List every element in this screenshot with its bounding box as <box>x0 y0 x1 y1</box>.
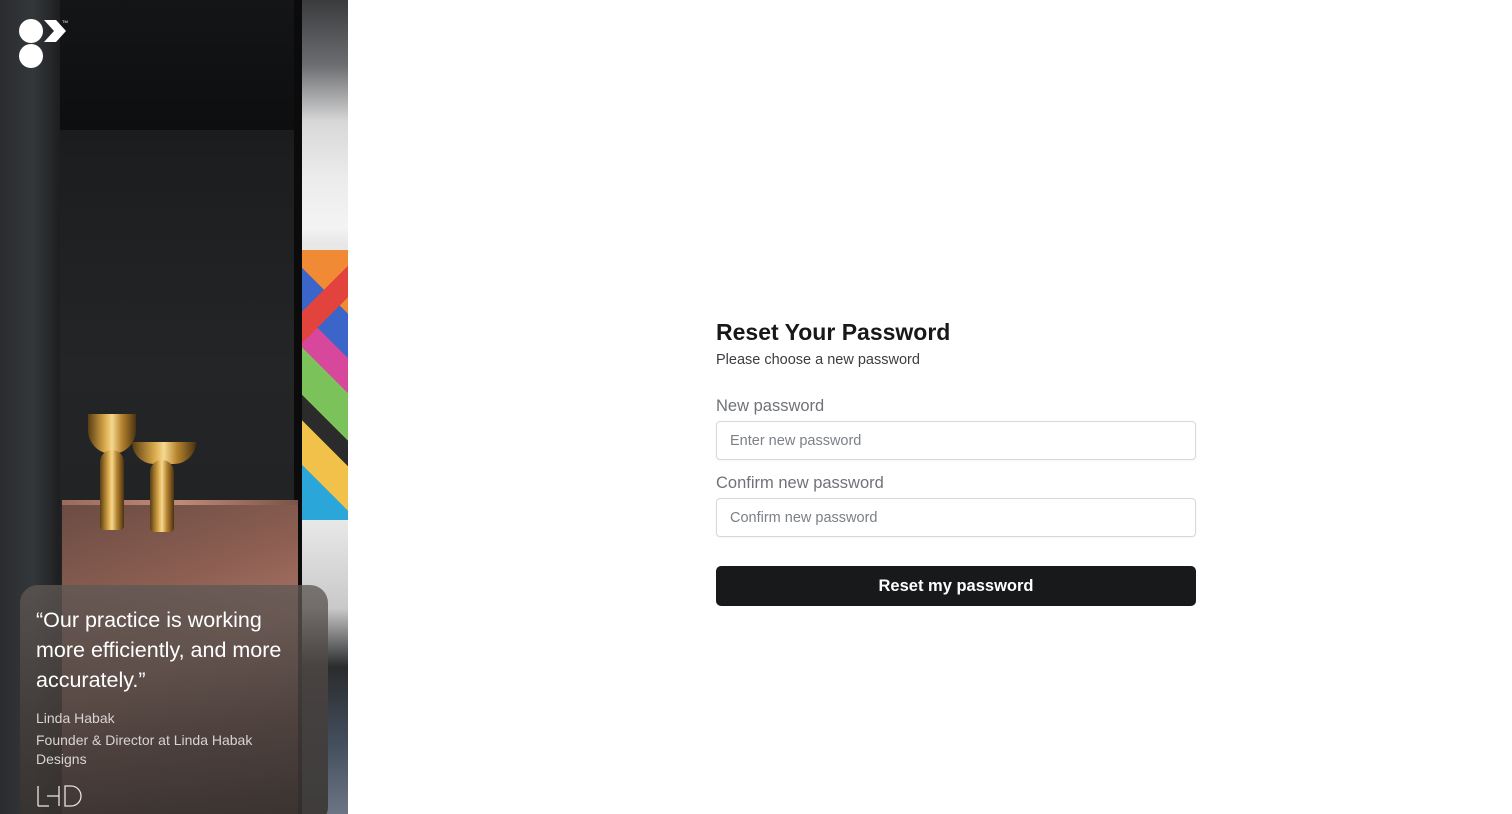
svg-text:TM: TM <box>62 19 68 24</box>
confirm-password-label: Confirm new password <box>716 474 884 492</box>
reset-password-form: Reset Your Password Please choose a new … <box>716 318 1196 606</box>
page-subtitle: Please choose a new password <box>716 352 920 368</box>
testimonial-role: Founder & Director at Linda Habak Design… <box>36 732 253 767</box>
testimonial-card: “Our practice is working more efficientl… <box>20 585 328 814</box>
hero-vase-stem-b <box>150 460 174 532</box>
hero-vase-stem-a <box>100 450 124 530</box>
hero-artwork <box>300 250 348 520</box>
page-title: Reset Your Password <box>716 319 951 345</box>
hero-image-panel: TM “Our practice is working more efficie… <box>0 0 348 814</box>
new-password-label: New password <box>716 397 825 415</box>
hero-ceiling <box>60 0 300 130</box>
reset-password-button[interactable]: Reset my password <box>716 566 1196 606</box>
company-logo-icon: TM <box>19 19 68 68</box>
lhd-logo-icon <box>37 785 82 807</box>
confirm-password-input[interactable] <box>716 498 1196 537</box>
new-password-input[interactable] <box>716 421 1196 460</box>
testimonial-quote: “Our practice is working more efficientl… <box>36 608 282 692</box>
testimonial-author: Linda Habak <box>36 710 115 726</box>
